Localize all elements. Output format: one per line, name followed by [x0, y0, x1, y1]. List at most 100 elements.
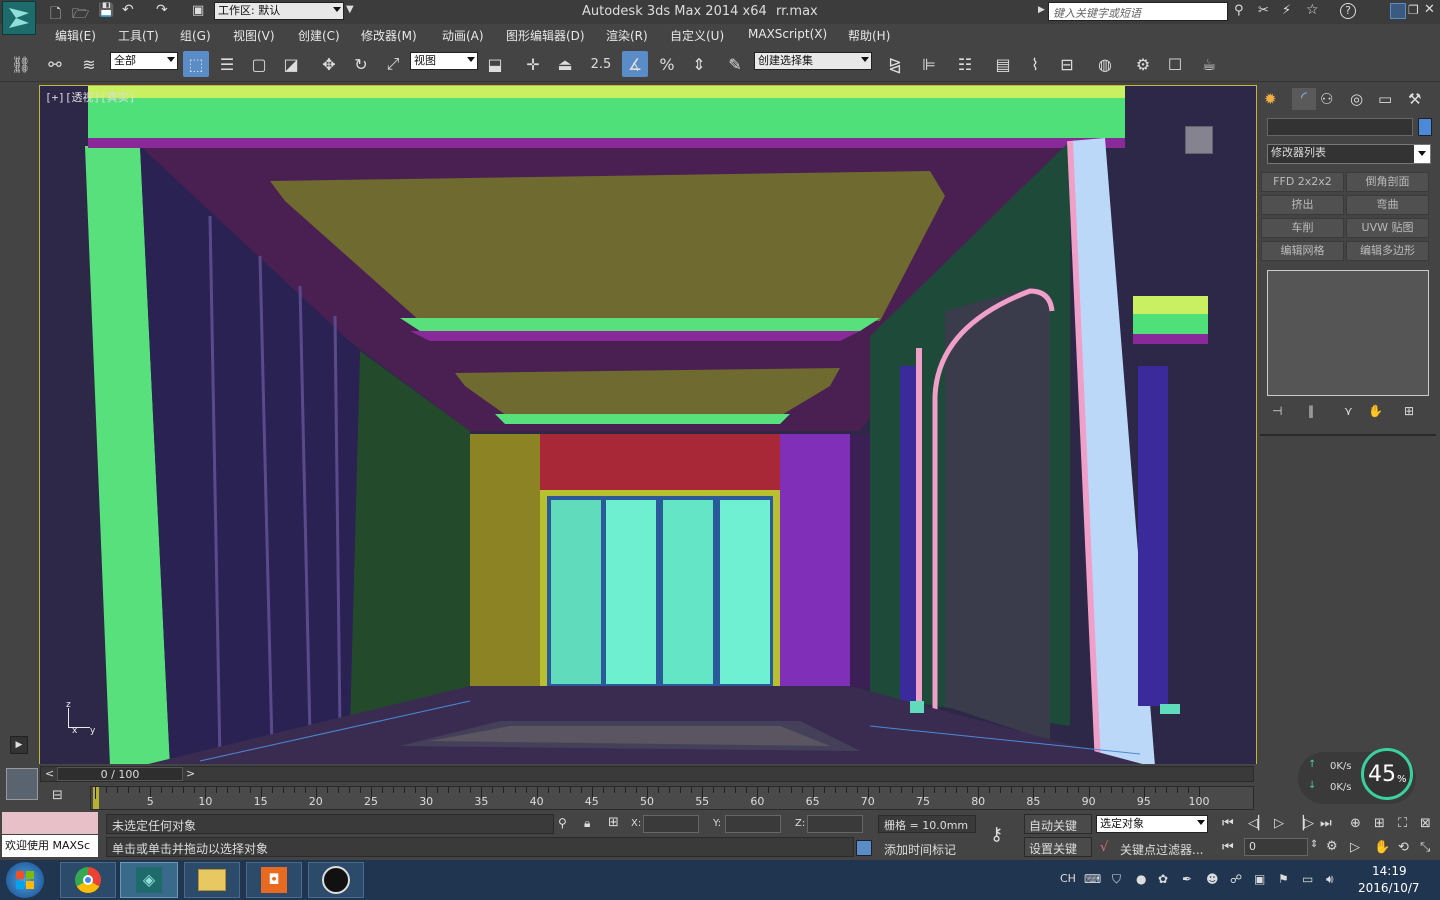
exchange-icon[interactable]: ⚡: [1282, 3, 1291, 18]
viewcube-icon[interactable]: [1185, 126, 1213, 154]
search-box[interactable]: 键入关键字或短语: [1048, 2, 1228, 21]
keyboard-shortcut-icon[interactable]: ⏏: [552, 51, 578, 77]
time-slider-prev[interactable]: <: [45, 767, 54, 780]
object-color-swatch[interactable]: [1418, 118, 1432, 136]
snap-toggle-icon[interactable]: 2.5: [588, 51, 614, 77]
go-to-start-icon[interactable]: ⏮: [1222, 816, 1234, 831]
frame-spinner-icon[interactable]: ⇕: [1310, 839, 1318, 850]
bind-space-warp-icon[interactable]: ≋: [76, 51, 102, 77]
orbit-icon[interactable]: ⟲: [1398, 840, 1409, 855]
zoom-all-icon[interactable]: ⊞: [1374, 816, 1385, 831]
qq-icon[interactable]: ☻: [1206, 872, 1219, 886]
make-unique-icon[interactable]: ⋎: [1344, 404, 1353, 418]
start-button[interactable]: [6, 862, 44, 898]
time-tag-icon[interactable]: [856, 840, 872, 856]
select-by-name-icon[interactable]: ☰: [214, 51, 240, 77]
minimize-button[interactable]: [1390, 3, 1406, 19]
select-object-icon[interactable]: ⬚: [183, 51, 209, 77]
field-of-view-icon[interactable]: ▷: [1350, 840, 1360, 855]
material-editor-icon[interactable]: ◍: [1092, 51, 1118, 77]
key-target-dropdown[interactable]: 选定对象: [1096, 815, 1208, 833]
modifier-list-dropdown[interactable]: 修改器列表: [1267, 144, 1431, 164]
selection-lock-icon[interactable]: 🔒︎: [584, 816, 590, 831]
link-icon[interactable]: ⛓: [8, 51, 34, 77]
tools-icon[interactable]: ✂: [1258, 3, 1269, 18]
time-slider-thumb[interactable]: 0 / 100: [57, 767, 183, 781]
go-to-end-icon[interactable]: ⏭: [1320, 816, 1332, 831]
pin-stack-icon[interactable]: ⊣: [1272, 404, 1282, 418]
save-icon[interactable]: 💾: [98, 3, 114, 18]
help-icon[interactable]: ?: [1340, 3, 1356, 19]
nvidia-icon[interactable]: ▣: [1254, 872, 1265, 886]
time-slider[interactable]: < 0 / 100 >: [40, 766, 1254, 782]
menu-group[interactable]: 组(G): [180, 27, 211, 44]
zoom-icon[interactable]: ⊕: [1350, 816, 1361, 831]
previous-frame-icon[interactable]: ◁▏: [1248, 816, 1268, 831]
keyboard-icon[interactable]: ⌨: [1084, 872, 1101, 886]
utilities-tab-icon[interactable]: ⚒: [1408, 90, 1421, 108]
create-tab-icon[interactable]: ✹: [1264, 90, 1277, 108]
search-expand-icon[interactable]: ▶: [1038, 5, 1045, 15]
absolute-mode-icon[interactable]: ⊞: [608, 815, 619, 830]
chrome-taskbar-icon[interactable]: [60, 862, 116, 898]
network-tray-icon[interactable]: ☍: [1230, 872, 1242, 886]
layer-manager-icon[interactable]: ☷: [952, 51, 978, 77]
explorer-taskbar-icon[interactable]: [184, 862, 240, 898]
window-crossing-icon[interactable]: ◪: [278, 51, 304, 77]
unlink-icon[interactable]: ⚯: [42, 51, 68, 77]
render-teapot-icon[interactable]: ☕: [1196, 51, 1222, 77]
office-taskbar-icon[interactable]: ◘: [246, 862, 302, 898]
rectangle-selection-icon[interactable]: ▢: [246, 51, 272, 77]
display-tab-icon[interactable]: ▭: [1378, 90, 1392, 108]
maxscript-listener[interactable]: 欢迎使用 MAXSc: [2, 835, 98, 857]
menu-views[interactable]: 视图(V): [233, 27, 275, 44]
reference-coord-dropdown[interactable]: 视图: [410, 52, 478, 70]
project-folder-icon[interactable]: ▣: [192, 3, 204, 18]
maximize-viewport-icon[interactable]: ⤡: [1420, 840, 1430, 855]
schematic-view-icon[interactable]: ⊟: [1054, 51, 1080, 77]
mirror-icon[interactable]: ⧎: [882, 51, 908, 77]
key-filter-icon[interactable]: √: [1100, 840, 1108, 855]
redo-icon[interactable]: ↷: [156, 2, 168, 18]
modify-tab-icon[interactable]: ◜: [1292, 88, 1316, 110]
current-frame-input[interactable]: 0: [1244, 838, 1308, 856]
pen-icon[interactable]: ✒: [1182, 872, 1192, 886]
menu-maxscript[interactable]: MAXScript(X): [748, 27, 827, 41]
rotate-icon[interactable]: ↻: [348, 51, 374, 77]
favorites-icon[interactable]: ☆: [1306, 2, 1319, 18]
app-logo[interactable]: [2, 1, 36, 35]
workspace-dropdown[interactable]: 工作区: 默认: [214, 2, 344, 20]
menu-graph-editors[interactable]: 图形编辑器(D): [506, 27, 585, 44]
viewport-nav-button[interactable]: ▶: [10, 736, 28, 754]
key-mode-icon[interactable]: ⚷: [990, 824, 1003, 845]
menu-create[interactable]: 创建(C): [298, 27, 340, 44]
shield-icon[interactable]: ⛉: [1112, 872, 1121, 887]
status-dot-icon[interactable]: ●: [1136, 872, 1146, 886]
menu-animation[interactable]: 动画(A): [442, 27, 484, 44]
monitor-icon[interactable]: ▭: [1302, 872, 1313, 886]
angle-snap-icon[interactable]: ∡: [622, 51, 648, 77]
obs-taskbar-icon[interactable]: [308, 862, 364, 898]
zoom-extents-all-icon[interactable]: ⊠: [1420, 816, 1431, 831]
isolate-icon[interactable]: ⚲: [558, 816, 567, 830]
render-setup-icon[interactable]: ⚙: [1130, 51, 1156, 77]
modifier-stack[interactable]: [1267, 270, 1429, 396]
auto-key-button[interactable]: 自动关键点: [1024, 814, 1092, 850]
y-coord-input[interactable]: [725, 815, 781, 833]
curve-editor-icon[interactable]: ⌇: [1022, 51, 1048, 77]
graphite-toggle-icon[interactable]: ▤: [990, 51, 1016, 77]
menu-tools[interactable]: 工具(T): [118, 27, 159, 44]
modifier-button-ffd[interactable]: FFD 2x2x2: [1261, 172, 1344, 192]
binoculars-icon[interactable]: ⚲: [1234, 3, 1244, 18]
time-slider-next[interactable]: >: [186, 767, 195, 780]
menu-rendering[interactable]: 渲染(R): [606, 27, 648, 44]
align-icon[interactable]: ⊫: [916, 51, 942, 77]
modifier-button-edit-poly[interactable]: 编辑多边形: [1346, 241, 1429, 261]
modifier-button-bevel-profile[interactable]: 倒角剖面: [1346, 172, 1429, 192]
motion-tab-icon[interactable]: ◎: [1350, 90, 1363, 108]
perspective-viewport[interactable]: [+][透视][真实] z x y: [39, 85, 1257, 765]
3dsmax-taskbar-icon[interactable]: ◈: [120, 862, 178, 898]
menu-edit[interactable]: 编辑(E): [55, 27, 96, 44]
pan-icon[interactable]: ✋: [1374, 840, 1390, 855]
play-icon[interactable]: ▷: [1274, 816, 1284, 831]
